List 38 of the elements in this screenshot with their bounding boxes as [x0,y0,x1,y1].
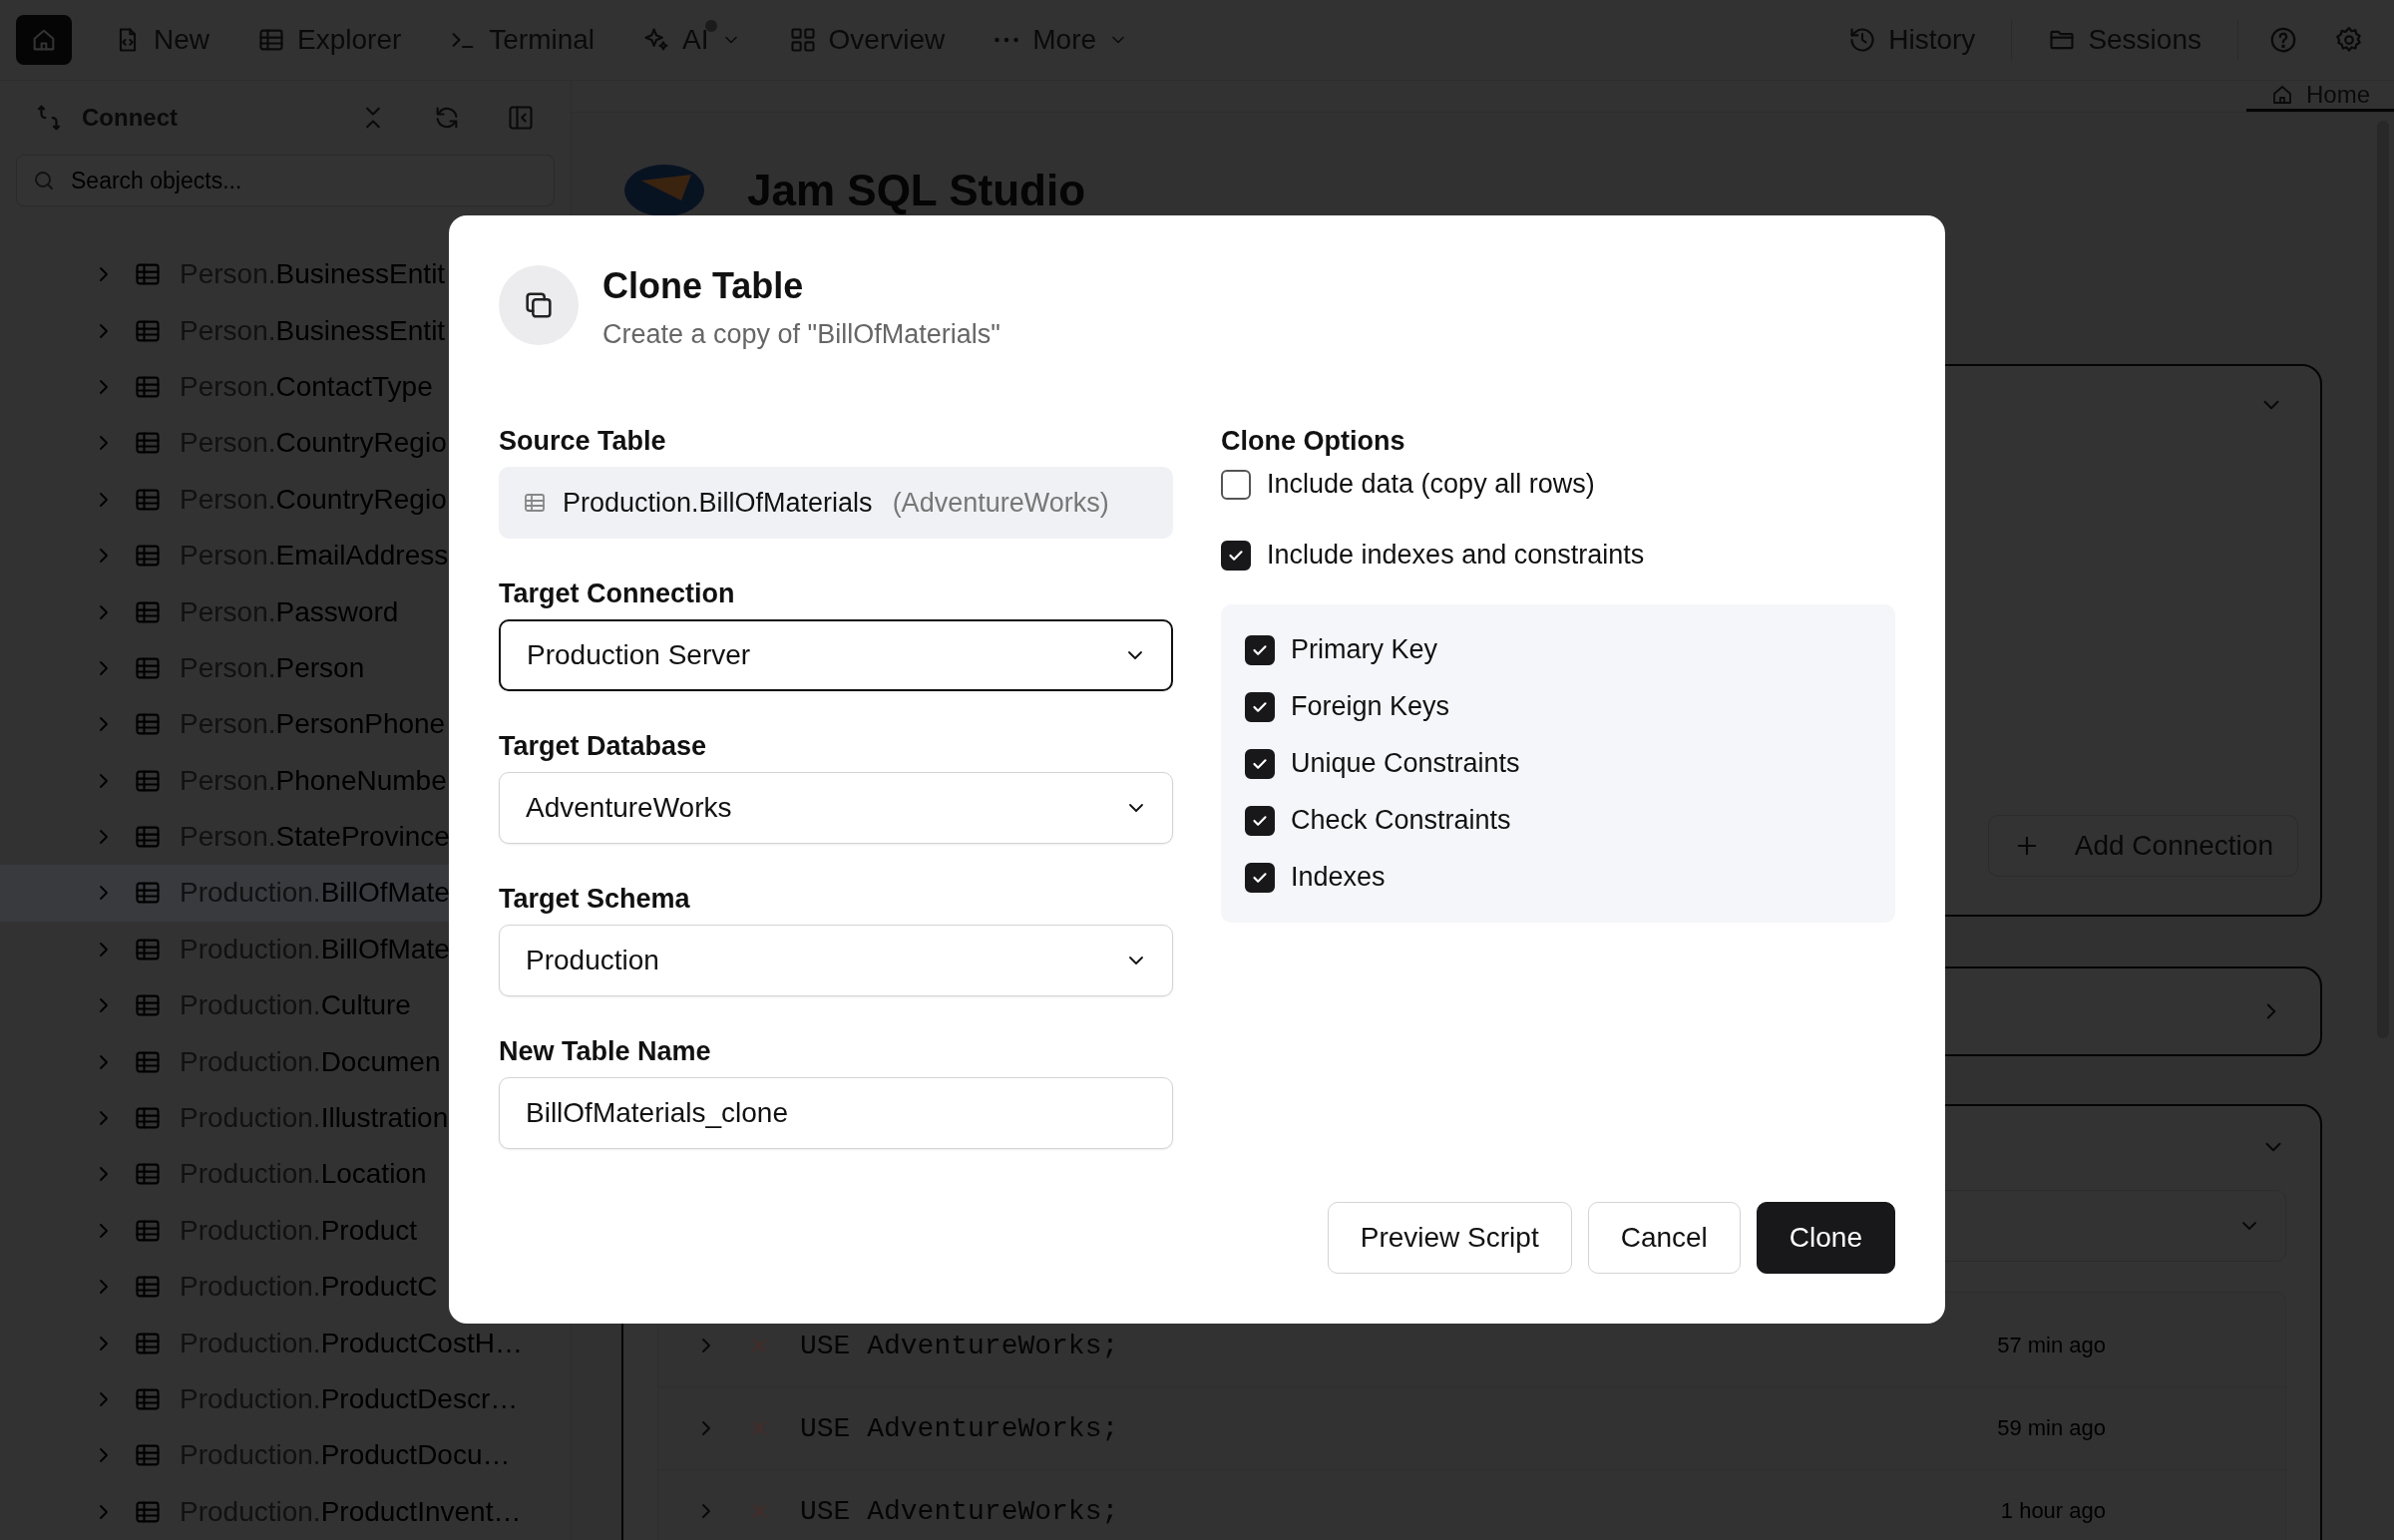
checkbox[interactable] [1245,691,1275,722]
field-label: Source Table [499,426,667,457]
panel-left-icon [507,104,535,132]
search-icon [32,169,56,192]
checkbox[interactable] [1245,805,1275,836]
checkbox[interactable] [1221,469,1251,500]
dots-icon [993,37,1021,43]
table-icon [523,491,547,515]
checkbox[interactable] [1221,540,1251,571]
section-label: Clone Options [1221,426,1406,457]
checkbox[interactable] [1245,634,1275,665]
input-field[interactable]: BillOfMaterials_clone [499,1077,1173,1149]
checkbox-label: Unique Constraints [1291,748,1520,779]
checkbox-label: Include data (copy all rows) [1267,469,1595,500]
checkbox-label: Foreign Keys [1291,691,1450,722]
help-icon [2268,25,2298,55]
dialog-subtitle: Create a copy of "BillOfMaterials" [602,319,1000,350]
secondary-button[interactable]: Preview Script [1327,1202,1572,1274]
checkbox[interactable] [1245,862,1275,893]
secondary-button[interactable]: Cancel [1587,1202,1741,1274]
dialog-title: Clone Table [602,265,805,307]
field-label: Target Connection [499,578,736,609]
grid-icon [788,26,817,54]
field-label: Target Database [499,731,708,762]
primary-button[interactable]: Clone [1756,1202,1895,1274]
field-label: New Table Name [499,1036,712,1067]
select-field[interactable]: AdventureWorks [499,772,1173,844]
select-field[interactable]: Production [499,925,1173,996]
checkbox-label: Primary Key [1291,634,1438,665]
checkbox[interactable] [1245,748,1275,779]
settings-icon [2334,25,2364,55]
checkbox-label: Indexes [1291,862,1386,893]
checkbox-label: Check Constraints [1291,805,1511,836]
select-field[interactable]: Production Server [499,619,1173,691]
clock-history-icon [1848,26,1877,54]
checkbox-label: Include indexes and constraints [1267,540,1645,571]
source-table-name: Production.BillOfMaterials [563,487,873,519]
source-database-name: (AdventureWorks) [892,487,1109,519]
